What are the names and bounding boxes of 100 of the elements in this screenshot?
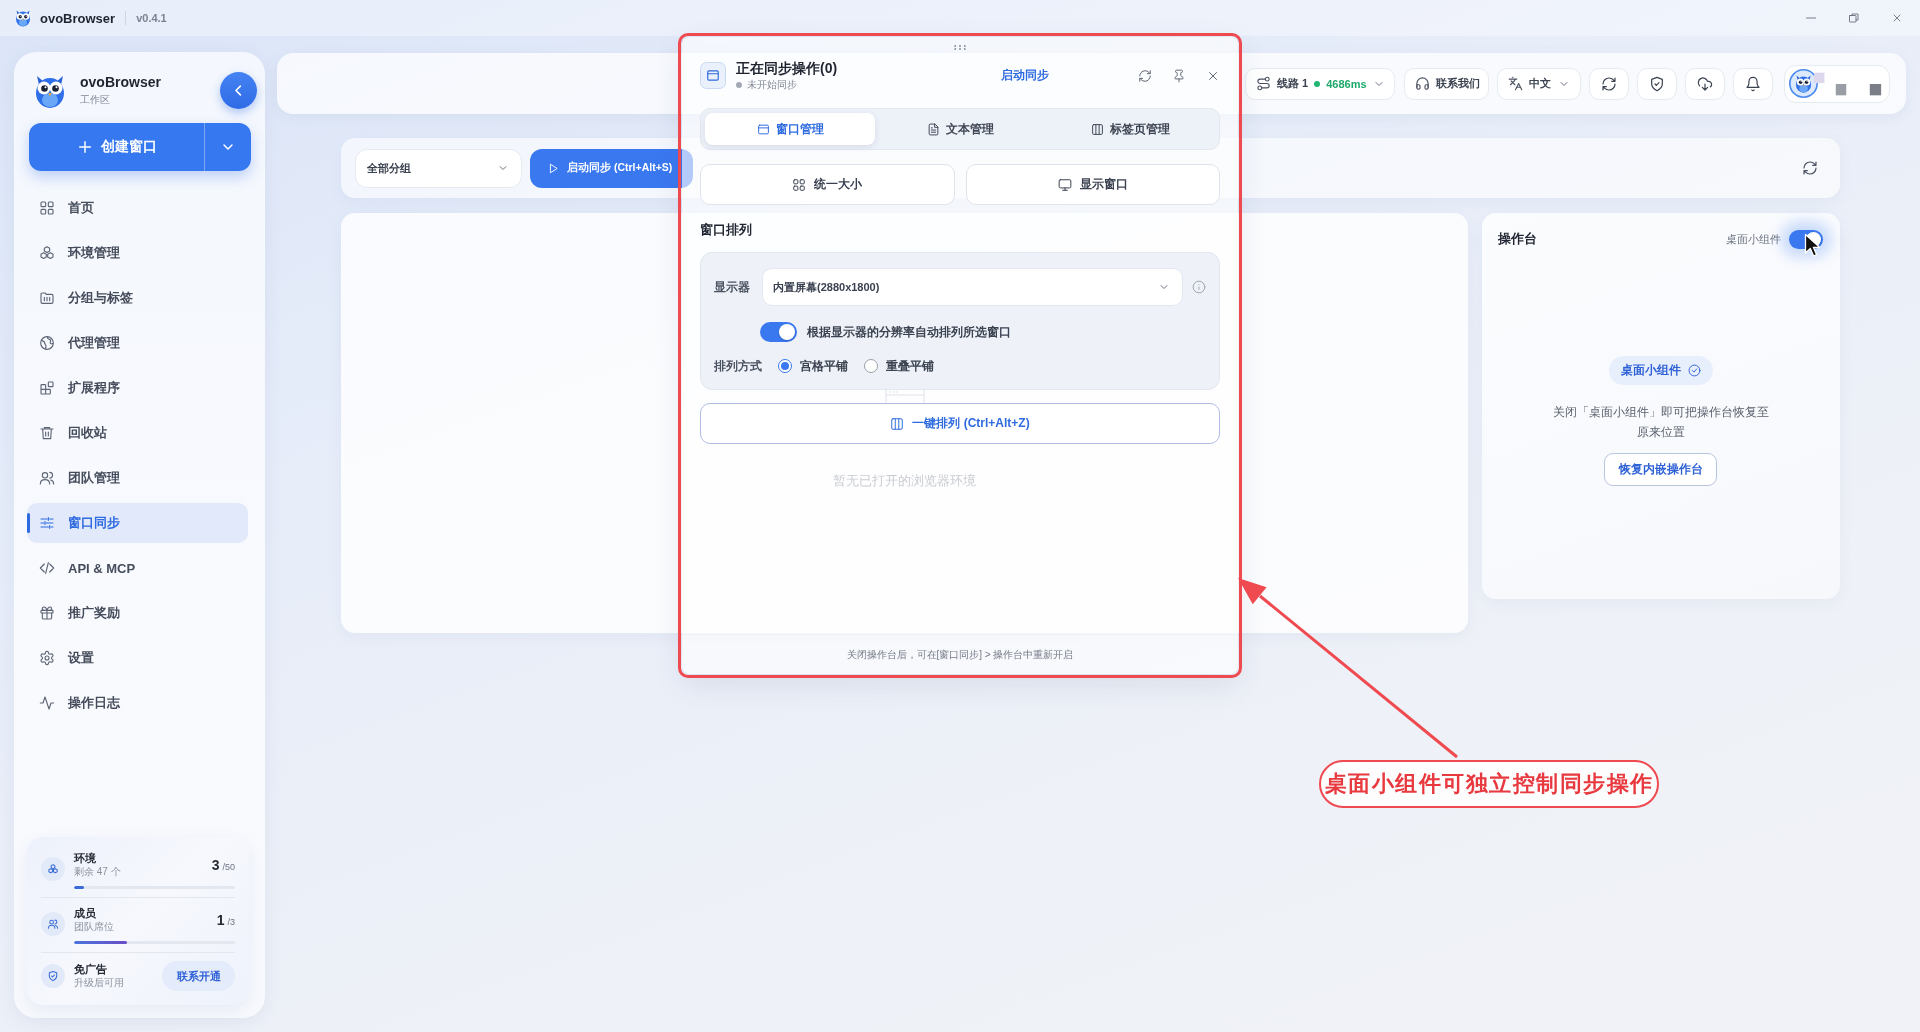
window-icon — [756, 122, 770, 136]
tab[interactable]: 窗口管理 — [705, 113, 875, 145]
nav-item[interactable]: 设置 — [27, 638, 248, 678]
refresh-icon[interactable] — [1802, 160, 1818, 176]
start-sync-button[interactable]: 启动同步 (Ctrl+Alt+S) — [530, 148, 693, 188]
usage-subtitle: 团队席位 — [74, 920, 114, 934]
users-icon — [39, 470, 55, 486]
headphones-icon — [1415, 76, 1430, 91]
play-icon — [548, 162, 559, 174]
translate-icon — [1508, 76, 1523, 91]
users-icon — [41, 912, 65, 936]
footer-note: 关闭操作台后，可在[窗口同步] > 操作台中重新开启 — [682, 634, 1238, 674]
owl-logo-icon — [14, 9, 32, 27]
panel-description: 关闭「桌面小组件」即可把操作台恢复至原来位置 — [1551, 404, 1770, 441]
ad-free-title: 免广告 — [74, 962, 108, 976]
nav-item[interactable]: 代理管理 — [27, 323, 248, 363]
nav-item[interactable]: 环境管理 — [27, 233, 248, 273]
radio-button[interactable] — [778, 359, 792, 373]
account-button[interactable] — [1784, 64, 1890, 103]
sliders-icon — [39, 515, 55, 531]
cloud-download-icon — [1697, 75, 1713, 92]
display-select[interactable]: 内置屏幕(2880x1800) — [762, 268, 1183, 306]
version-label: v0.4.1 — [136, 12, 167, 24]
refresh-icon — [1601, 75, 1617, 92]
group-select[interactable]: 全部分组 — [355, 148, 522, 188]
contact-us-button[interactable]: 联系我们 — [1404, 67, 1489, 100]
pixelated-name-drawing — [1814, 70, 1882, 97]
usage-limit: /50 — [222, 862, 235, 872]
cubes-icon — [39, 245, 55, 261]
field-label: 排列方式 — [714, 357, 763, 375]
nav-item[interactable]: 回收站 — [27, 413, 248, 453]
shield-icon — [1649, 75, 1665, 92]
globe-icon — [39, 335, 55, 351]
blocks-icon — [39, 380, 55, 396]
document-icon — [926, 122, 940, 136]
nav-item[interactable]: 推广奖励 — [27, 593, 248, 633]
create-window-button[interactable]: 创建窗口 — [29, 123, 204, 171]
route-select[interactable]: 线路 1 4686ms — [1245, 67, 1395, 100]
nav-item[interactable]: API & MCP — [27, 548, 248, 588]
pin-icon[interactable] — [1172, 68, 1186, 83]
annotation-callout: 桌面小组件可独立控制同步操作 — [1319, 760, 1659, 808]
radio-label[interactable]: 重叠平铺 — [886, 357, 934, 375]
status-dot-icon — [1314, 80, 1321, 87]
bell-icon — [1745, 75, 1761, 92]
tab[interactable]: 文本管理 — [875, 113, 1045, 145]
info-icon — [1192, 280, 1206, 294]
refresh-button[interactable] — [1589, 67, 1629, 100]
settings-icon — [39, 650, 55, 666]
radio-label[interactable]: 宫格平铺 — [800, 357, 848, 375]
nav-item[interactable]: 首页 — [27, 188, 248, 228]
notifications-button[interactable] — [1733, 67, 1773, 100]
gift-icon — [39, 605, 55, 621]
toggle-switch[interactable] — [760, 322, 797, 342]
dialog-title: 正在同步操作(0) — [736, 59, 839, 76]
restore-icon[interactable] — [1848, 12, 1860, 24]
arrange-button[interactable]: 一键排列 (Ctrl+Alt+Z) — [700, 403, 1220, 444]
nav-item[interactable]: 团队管理 — [27, 458, 248, 498]
code-icon — [39, 560, 55, 576]
usage-count: 3 — [211, 857, 220, 873]
drag-handle-icon[interactable] — [954, 45, 966, 50]
cursor-icon — [1804, 233, 1821, 258]
language-select[interactable]: 中文 — [1497, 67, 1581, 100]
radio-button[interactable] — [864, 359, 878, 373]
usage-title: 成员 — [74, 906, 97, 920]
close-icon[interactable] — [1891, 12, 1903, 24]
restore-button[interactable]: 恢复内嵌操作台 — [1604, 453, 1717, 486]
create-options-button[interactable] — [204, 123, 251, 171]
folder-icon — [39, 290, 55, 306]
collapse-button[interactable] — [220, 72, 257, 109]
download-button[interactable] — [1685, 67, 1725, 100]
usage-subtitle: 剩余 47 个 — [74, 865, 121, 879]
nav-item[interactable]: 操作日志 — [27, 683, 248, 723]
nav-item[interactable]: 窗口同步 — [27, 503, 248, 543]
owl-avatar-icon — [1789, 69, 1818, 98]
show-windows-button[interactable]: 显示窗口 — [965, 164, 1220, 205]
nav-item[interactable]: 扩展程序 — [27, 368, 248, 408]
usage-count: 1 — [216, 912, 225, 928]
tab[interactable]: 标签页管理 — [1045, 113, 1215, 145]
section-title: 窗口排列 — [700, 222, 753, 238]
app-name: ovoBrowser — [40, 10, 116, 26]
status-dot-icon — [736, 81, 742, 88]
plus-icon — [76, 139, 93, 155]
grid-icon — [792, 177, 807, 192]
contact-upgrade-button[interactable]: 联系开通 — [162, 961, 235, 991]
ad-free-subtitle: 升级后可用 — [74, 976, 124, 990]
panel-title: 操作台 — [1498, 230, 1537, 248]
brand-name: ovoBrowser — [80, 74, 161, 90]
workspace-label: 工作区 — [80, 93, 111, 107]
uniform-size-button[interactable]: 统一大小 — [700, 164, 955, 205]
grid-icon — [39, 200, 55, 216]
nav-item[interactable]: 分组与标签 — [27, 278, 248, 318]
start-sync-link[interactable]: 启动同步 — [1001, 67, 1049, 84]
columns-icon — [1090, 122, 1104, 136]
trash-icon — [39, 425, 55, 441]
security-button[interactable] — [1637, 67, 1677, 100]
columns-icon — [890, 416, 905, 431]
field-label: 显示器 — [714, 278, 751, 296]
refresh-icon[interactable] — [1138, 68, 1152, 83]
usage-title: 环境 — [74, 851, 97, 865]
usage-limit: /3 — [227, 917, 235, 927]
